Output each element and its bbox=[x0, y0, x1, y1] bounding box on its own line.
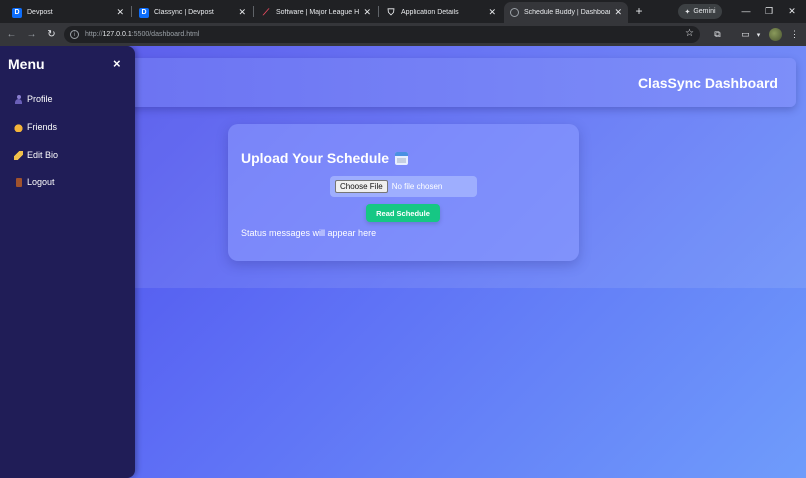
tab-major-league-hack[interactable]: ⟋ Software | Major League Hack ✕ bbox=[255, 2, 377, 23]
no-file-label: No file chosen bbox=[391, 182, 443, 191]
tab-classync-devpost[interactable]: D Classync | Devpost ✕ bbox=[133, 2, 252, 23]
gemini-label: Gemini bbox=[693, 8, 716, 15]
tab-title: Classync | Devpost bbox=[154, 9, 214, 16]
close-tab-icon[interactable]: ✕ bbox=[238, 7, 246, 18]
tab-title: Application Details bbox=[401, 9, 459, 16]
sidebar-menu: Menu × Profile Friends Edit Bio Logout bbox=[0, 46, 135, 478]
close-tab-icon[interactable]: ✕ bbox=[614, 7, 622, 18]
edit-bio-icon bbox=[14, 150, 23, 160]
close-tab-icon[interactable]: ✕ bbox=[488, 7, 496, 18]
tab-search-icon[interactable]: ▾ bbox=[751, 27, 766, 42]
calendar-icon bbox=[395, 151, 409, 165]
sidebar-item-label: Friends bbox=[27, 122, 58, 132]
tab-schedule-buddy-dashboard[interactable]: Schedule Buddy | Dashboard ✕ bbox=[504, 2, 628, 23]
globe-icon bbox=[510, 8, 519, 17]
reload-icon[interactable]: ↻ bbox=[44, 27, 59, 42]
menu-title: Menu bbox=[8, 56, 45, 72]
dashboard-header: ClasSync Dashboard bbox=[118, 58, 796, 107]
sidebar-item-friends[interactable]: Friends bbox=[14, 122, 57, 132]
new-tab-button[interactable]: + bbox=[632, 4, 646, 18]
shield-icon: ⛉ bbox=[387, 7, 395, 17]
close-tab-icon[interactable]: ✕ bbox=[363, 7, 371, 18]
forward-icon[interactable]: → bbox=[24, 27, 39, 42]
status-message: Status messages will appear here bbox=[241, 228, 377, 238]
devpost-icon: D bbox=[139, 7, 149, 18]
tab-title: Software | Major League Hack bbox=[276, 9, 360, 16]
dashboard-title: ClasSync Dashboard bbox=[637, 74, 778, 91]
tab-title: Schedule Buddy | Dashboard bbox=[524, 9, 611, 16]
tab-title: Devpost bbox=[27, 9, 53, 16]
close-window-icon[interactable]: ✕ bbox=[785, 4, 799, 18]
file-input[interactable]: Choose File No file chosen bbox=[330, 176, 477, 197]
sparkle-icon: ✦ bbox=[684, 8, 691, 16]
tab-separator bbox=[378, 6, 379, 17]
site-info-icon[interactable]: i bbox=[70, 30, 79, 39]
gemini-button[interactable]: ✦ Gemini bbox=[678, 4, 722, 19]
more-menu-icon[interactable]: ⋮ bbox=[787, 27, 802, 42]
sidebar-item-logout[interactable]: Logout bbox=[14, 177, 55, 187]
page-viewport: ClasSync Dashboard Upload Your Schedule … bbox=[0, 46, 806, 478]
profile-icon bbox=[14, 94, 23, 104]
bookmark-star-icon[interactable]: ☆ bbox=[685, 28, 694, 39]
extensions-icon[interactable]: ⧉ bbox=[710, 27, 725, 42]
minimize-icon[interactable]: — bbox=[739, 4, 753, 18]
browser-toolbar: ← → ↻ i http://127.0.0.1:5500/dashboard.… bbox=[0, 23, 806, 46]
url-host: 127.0.0.1 bbox=[102, 31, 132, 38]
sidebar-item-profile[interactable]: Profile bbox=[14, 94, 53, 104]
tab-application-details[interactable]: ⛉ Application Details ✕ bbox=[380, 2, 502, 23]
back-icon[interactable]: ← bbox=[4, 27, 19, 42]
sidebar-item-label: Edit Bio bbox=[27, 150, 59, 160]
choose-file-button[interactable]: Choose File bbox=[335, 180, 388, 193]
friends-icon bbox=[14, 122, 23, 132]
profile-avatar[interactable] bbox=[769, 28, 782, 41]
sidebar-item-label: Profile bbox=[27, 94, 53, 104]
mlh-icon: ⟋ bbox=[262, 7, 270, 17]
url-prefix: http:// bbox=[85, 31, 103, 38]
close-icon[interactable]: × bbox=[113, 56, 121, 71]
tab-separator bbox=[253, 6, 254, 17]
logout-icon bbox=[15, 177, 22, 187]
upload-heading: Upload Your Schedule bbox=[241, 150, 409, 166]
url-path: :5500/dashboard.html bbox=[131, 31, 200, 38]
tab-devpost[interactable]: D Devpost ✕ bbox=[6, 2, 130, 23]
sidebar-item-label: Logout bbox=[27, 177, 55, 187]
upload-card: Upload Your Schedule Choose File No file… bbox=[228, 124, 579, 261]
restore-icon[interactable]: ❐ bbox=[762, 4, 776, 18]
tab-strip: D Devpost ✕ D Classync | Devpost ✕ ⟋ Sof… bbox=[0, 0, 806, 23]
upload-title: Upload Your Schedule bbox=[241, 150, 390, 166]
close-tab-icon[interactable]: ✕ bbox=[116, 7, 124, 18]
address-bar[interactable]: i http://127.0.0.1:5500/dashboard.html ☆ bbox=[64, 26, 700, 43]
read-schedule-button[interactable]: Read Schedule bbox=[366, 204, 440, 222]
devpost-icon: D bbox=[12, 7, 22, 18]
tab-separator bbox=[131, 6, 132, 17]
sidebar-item-edit-bio[interactable]: Edit Bio bbox=[14, 150, 58, 160]
